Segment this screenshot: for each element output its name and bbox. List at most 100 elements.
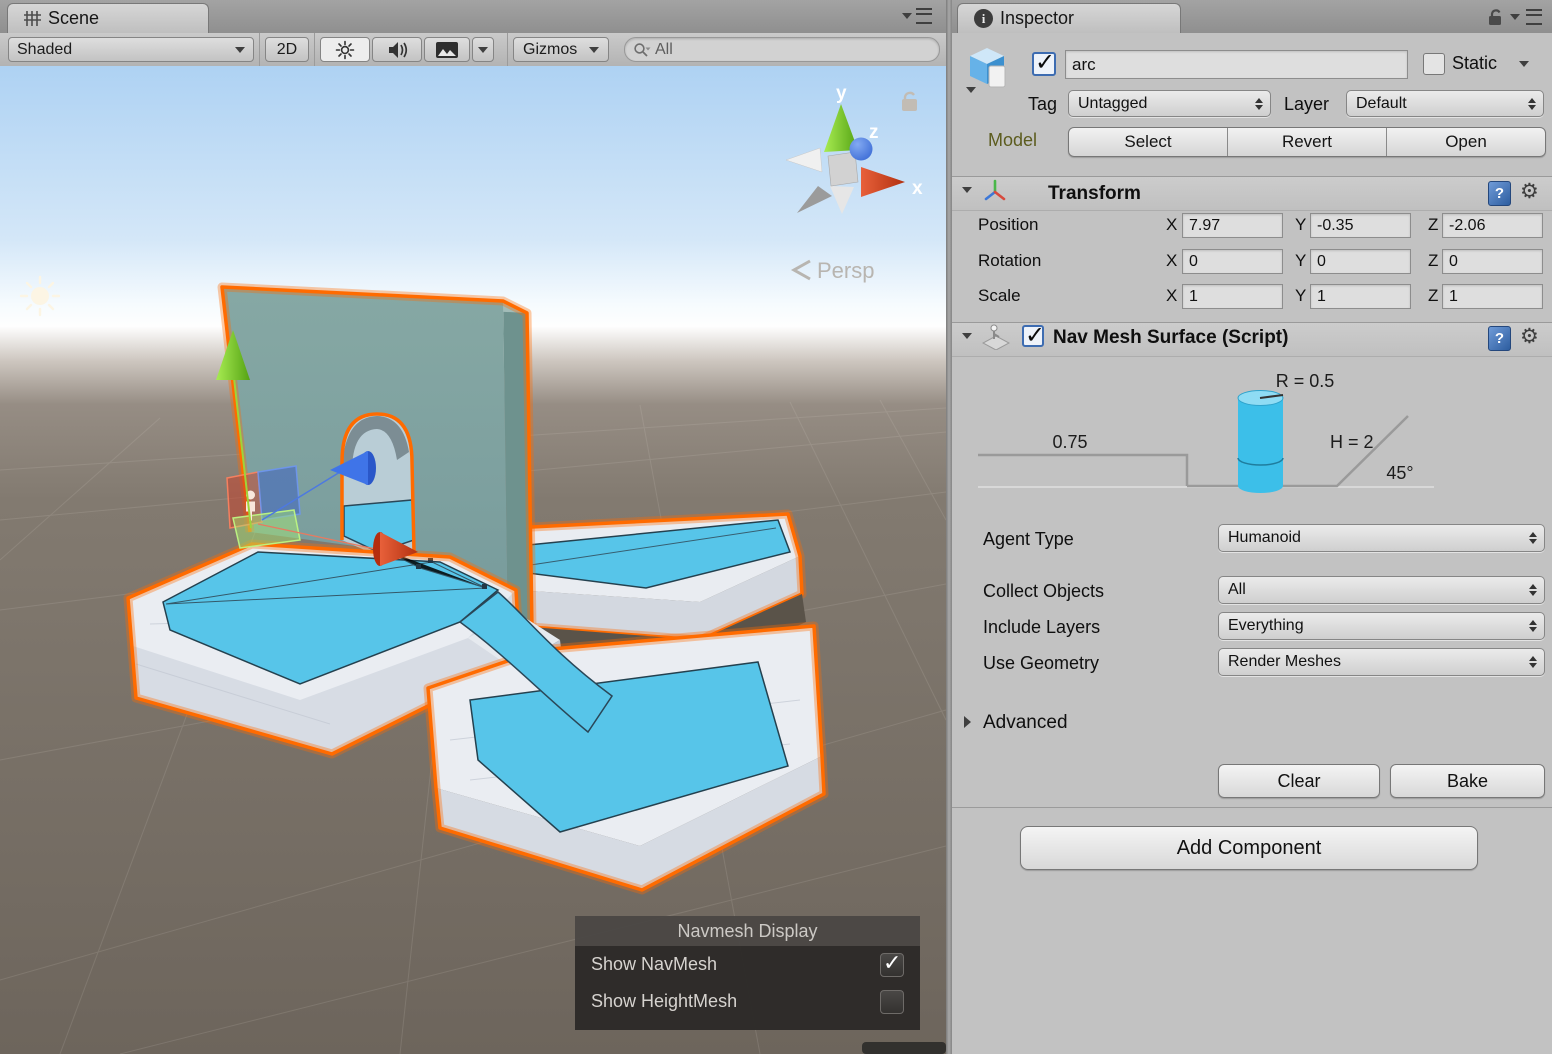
draw-mode-label: Shaded (17, 40, 73, 58)
tab-inspector[interactable]: i Inspector (957, 3, 1181, 33)
show-navmesh-row: Show NavMesh (575, 946, 920, 983)
axis-y-label: Y (1295, 215, 1307, 234)
effects-toggle-button[interactable] (424, 37, 470, 62)
transform-header[interactable] (952, 176, 1552, 211)
scale-x-field[interactable]: 1 (1182, 284, 1283, 309)
scene-menu-icon[interactable] (916, 8, 932, 24)
axis-z-label: Z (1428, 215, 1439, 234)
clear-button[interactable]: Clear (1218, 764, 1380, 798)
toggle-2d-button[interactable]: 2D (265, 37, 309, 62)
gameobject-active-checkbox[interactable] (1032, 48, 1056, 77)
model-revert-button[interactable]: Revert (1227, 128, 1386, 156)
scene-panel: Scene Shaded 2D Gizmos All y z x Persp N… (0, 0, 946, 1054)
diagram-height-label: H = 2 (1330, 432, 1374, 452)
gizmos-dropdown[interactable]: Gizmos (513, 37, 609, 62)
include-layers-dropdown[interactable]: Everything (1218, 612, 1545, 640)
scale-y-field[interactable]: 1 (1310, 284, 1411, 309)
position-x-field[interactable]: 7.97 (1182, 213, 1283, 238)
agent-gizmo[interactable] (226, 465, 301, 549)
include-layers-label: Include Layers (983, 617, 1101, 637)
layer-dropdown[interactable]: Default (1346, 90, 1544, 117)
static-label: Static (1452, 53, 1498, 73)
navmesh-display-title: Navmesh Display (575, 916, 920, 946)
layer-label: Layer (1284, 94, 1330, 114)
model-label: Model (988, 130, 1038, 150)
agent-cylinder (1238, 398, 1283, 486)
position-z-field[interactable]: -2.06 (1442, 213, 1543, 238)
scene-viewport[interactable]: y z x Persp Navmesh Display Show NavMesh… (0, 66, 946, 1054)
rotation-x-field[interactable]: 0 (1182, 249, 1283, 274)
audio-toggle-button[interactable] (372, 37, 422, 62)
layer-value: Default (1356, 94, 1407, 112)
gameobject-name-field[interactable]: arc (1065, 50, 1408, 79)
agent-type-dropdown[interactable]: Humanoid (1218, 524, 1545, 552)
rotation-z-field[interactable]: 0 (1442, 249, 1543, 274)
model-select-button[interactable]: Select (1069, 128, 1227, 156)
use-geometry-dropdown[interactable]: Render Meshes (1218, 648, 1545, 676)
use-geometry-label: Use Geometry (983, 653, 1100, 673)
navmesh-title: Nav Mesh Surface (Script) (1053, 327, 1289, 348)
help-icon[interactable]: ? (1488, 326, 1511, 351)
foldout-closed-icon[interactable] (964, 716, 971, 728)
collect-objects-dropdown[interactable]: All (1218, 576, 1545, 604)
advanced-foldout[interactable]: Advanced (983, 712, 1068, 734)
dropdown-arrows-icon (1255, 97, 1263, 110)
inspector-tab-label: Inspector (1000, 8, 1075, 28)
help-icon[interactable]: ? (1488, 181, 1511, 206)
inspector-panel: i Inspector a (952, 0, 1552, 1054)
gear-icon[interactable]: ⚙ (1520, 326, 1539, 347)
inspector-menu-icon[interactable] (1526, 9, 1542, 25)
search-value: All (655, 40, 673, 58)
lock-icon[interactable] (1487, 8, 1504, 26)
collect-objects-label: Collect Objects (983, 581, 1105, 601)
position-label: Position (978, 215, 1039, 234)
inspector-tabbar: i Inspector (952, 0, 1552, 34)
show-heightmesh-label: Show HeightMesh (591, 991, 738, 1011)
tag-dropdown[interactable]: Untagged (1068, 90, 1271, 117)
image-effects-icon (436, 41, 458, 58)
foldout-open-icon[interactable] (962, 187, 972, 193)
diagram-step-label: 0.75 (1052, 432, 1087, 452)
collect-objects-value: All (1228, 581, 1246, 598)
gameobject-name-value: arc (1072, 54, 1096, 74)
foldout-open-icon[interactable] (962, 333, 972, 339)
effects-dropdown-button[interactable] (472, 37, 494, 62)
position-y-field[interactable]: -0.35 (1310, 213, 1411, 238)
scene-dropdown-icon[interactable] (902, 13, 912, 19)
speaker-icon (389, 41, 408, 58)
scene-search-input[interactable]: All (624, 37, 940, 62)
scale-z-field[interactable]: 1 (1442, 284, 1543, 309)
show-navmesh-checkbox[interactable] (880, 950, 904, 977)
include-layers-value: Everything (1228, 617, 1304, 634)
lighting-toggle-button[interactable] (320, 37, 370, 62)
inspector-dropdown-icon[interactable] (1510, 14, 1520, 20)
prefab-cube-icon (966, 48, 1006, 93)
directional-light-icon[interactable] (19, 275, 61, 317)
scene-3d-render: y z x Persp (0, 66, 946, 1054)
bake-button[interactable]: Bake (1390, 764, 1545, 798)
add-component-button[interactable]: Add Component (1020, 826, 1478, 870)
gear-icon[interactable]: ⚙ (1520, 181, 1539, 202)
unity-editor-window: Scene Shaded 2D Gizmos All y z x Persp N… (0, 0, 1552, 1054)
static-checkbox[interactable] (1423, 53, 1445, 75)
persp-label: Persp (817, 258, 874, 283)
tab-scene[interactable]: Scene (7, 3, 209, 33)
scene-tabbar: Scene (0, 0, 946, 34)
scene-grid-icon (24, 11, 41, 26)
model-open-button[interactable]: Open (1386, 128, 1545, 156)
static-dropdown-icon[interactable] (1519, 61, 1529, 67)
chevron-down-icon (589, 46, 599, 53)
rotation-y-field[interactable]: 0 (1310, 249, 1411, 274)
dropdown-arrows-icon (1528, 97, 1536, 110)
draw-mode-dropdown[interactable]: Shaded (8, 37, 254, 62)
tag-value: Untagged (1078, 94, 1148, 112)
toolbar-separator (314, 33, 315, 66)
toggle-2d-label: 2D (276, 40, 298, 58)
scene-toolbar: Shaded 2D Gizmos All (0, 33, 946, 67)
navmesh-enabled-checkbox[interactable] (1022, 321, 1045, 350)
diagram-slope-label: 45° (1386, 463, 1413, 483)
tag-label: Tag (1028, 94, 1058, 114)
axis-x-label: x (912, 178, 923, 199)
navmesh-display-overlay: Navmesh Display Show NavMesh Show Height… (575, 916, 920, 1030)
show-heightmesh-checkbox[interactable] (880, 989, 904, 1014)
